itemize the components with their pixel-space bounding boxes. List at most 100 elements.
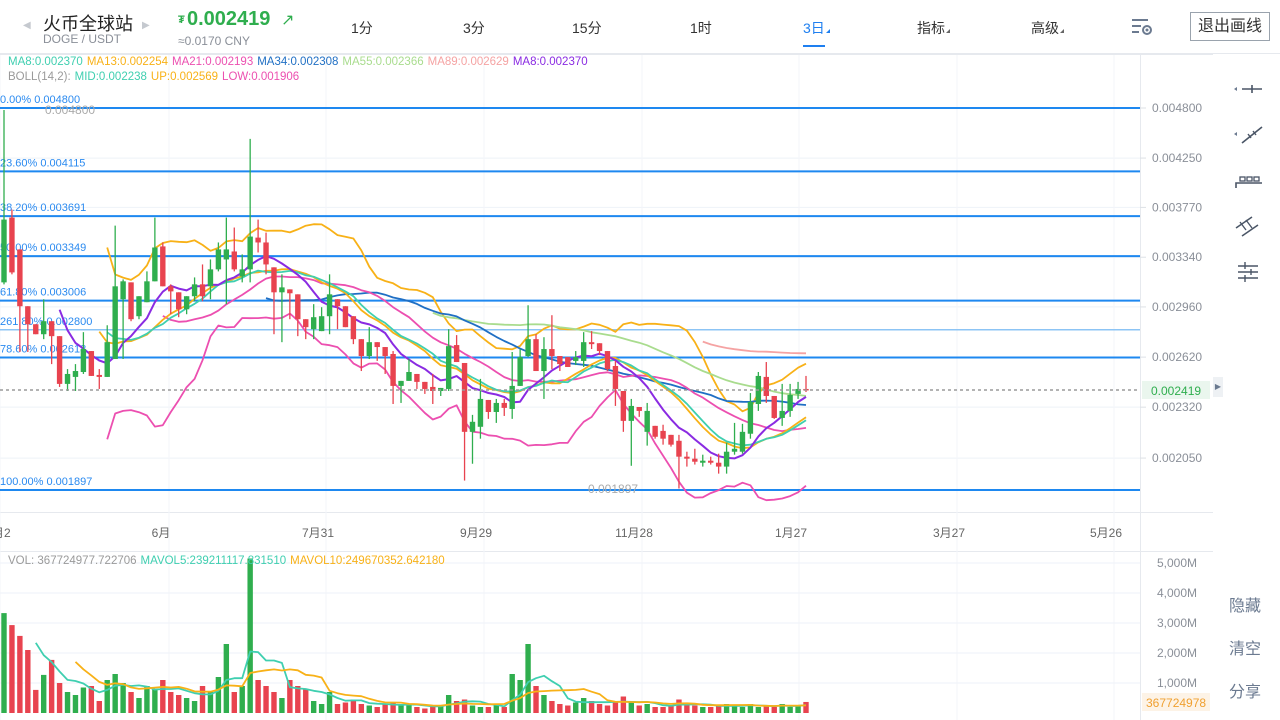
candle-body[interactable] (573, 357, 579, 361)
candle-body[interactable] (207, 269, 214, 287)
ruler-icon[interactable] (1232, 168, 1264, 194)
candle-body[interactable] (287, 289, 293, 294)
hide-drawings-button[interactable]: 隐藏 (1229, 592, 1261, 616)
candle-body[interactable] (104, 342, 110, 377)
candle-body[interactable] (723, 451, 730, 467)
chart-area[interactable]: 0.004800 0.004250 0.003770 0.003340 0.002960… (0, 0, 1213, 720)
candle-body[interactable] (787, 394, 793, 411)
candle-body[interactable] (469, 421, 476, 432)
candle-body[interactable] (771, 395, 777, 418)
candle-body[interactable] (318, 316, 325, 332)
candle-body[interactable] (358, 339, 365, 357)
candle-body[interactable] (382, 347, 388, 357)
candle-body[interactable] (390, 354, 396, 386)
candle-body[interactable] (715, 462, 722, 467)
candle-body[interactable] (779, 410, 785, 418)
candle-body[interactable] (215, 249, 222, 270)
candle-body[interactable] (763, 376, 769, 396)
candle-body[interactable] (374, 342, 380, 348)
candle-body[interactable] (96, 374, 102, 377)
candle-body[interactable] (136, 296, 142, 317)
candle-body[interactable] (191, 284, 198, 297)
candle-body[interactable] (350, 316, 357, 340)
candle-body[interactable] (660, 430, 666, 439)
candle-body[interactable] (565, 357, 571, 367)
candle-body[interactable] (422, 381, 428, 389)
candle-body[interactable] (255, 237, 261, 243)
candle-body[interactable] (453, 345, 460, 363)
candle-body[interactable] (406, 372, 412, 381)
candle-body[interactable] (326, 294, 333, 317)
candle-body[interactable] (644, 410, 650, 432)
candle-body[interactable] (152, 247, 158, 282)
candle-body[interactable] (303, 319, 309, 328)
candle-body[interactable] (398, 380, 404, 386)
candle-body[interactable] (549, 349, 555, 357)
candle-body[interactable] (525, 339, 531, 357)
candle-body[interactable] (112, 286, 118, 360)
candle-body[interactable] (501, 402, 507, 408)
trend-line-icon[interactable] (1232, 121, 1264, 147)
candle-body[interactable] (128, 282, 134, 320)
candle-body[interactable] (231, 251, 237, 270)
candle-body[interactable] (183, 296, 190, 310)
candle-body[interactable] (64, 373, 71, 384)
candle-body[interactable] (517, 357, 523, 386)
price-panel-expand-icon[interactable]: ▶ (1213, 377, 1223, 397)
candle-body[interactable] (160, 246, 166, 287)
candle-body[interactable] (9, 217, 15, 273)
candle-body[interactable] (580, 342, 587, 361)
candle-body[interactable] (445, 346, 452, 389)
candle-body[interactable] (485, 399, 492, 412)
candle-body[interactable] (33, 324, 39, 335)
candle-body[interactable] (461, 362, 468, 432)
candle-body[interactable] (731, 448, 738, 452)
candle-body[interactable] (684, 456, 690, 459)
candle-body[interactable] (533, 339, 539, 372)
candle-body[interactable] (692, 458, 698, 462)
candle-body[interactable] (239, 269, 245, 277)
candle-body[interactable] (700, 460, 706, 463)
candle-body[interactable] (493, 402, 500, 412)
candle-body[interactable] (247, 236, 253, 270)
candle-body[interactable] (48, 321, 55, 337)
candle-body[interactable] (41, 321, 47, 335)
candle-body[interactable] (557, 356, 563, 365)
parallel-channel-icon[interactable] (1232, 214, 1264, 240)
candle-body[interactable] (334, 299, 341, 307)
candle-body[interactable] (739, 431, 746, 452)
candle-body[interactable] (168, 286, 174, 292)
candle-body[interactable] (120, 281, 126, 300)
candle-body[interactable] (668, 434, 674, 445)
clear-drawings-button[interactable]: 清空 (1229, 635, 1261, 659)
candle-body[interactable] (88, 351, 95, 376)
horizontal-line-icon[interactable] (1232, 76, 1264, 102)
candle-body[interactable] (366, 342, 372, 357)
candle-body[interactable] (223, 249, 230, 260)
candle-body[interactable] (175, 292, 182, 310)
share-button[interactable]: 分享 (1229, 678, 1261, 702)
candle-body[interactable] (612, 366, 619, 389)
candle-body[interactable] (279, 287, 285, 293)
candle-body[interactable] (604, 351, 611, 370)
candle-body[interactable] (295, 294, 301, 320)
candle-body[interactable] (144, 281, 150, 303)
candle-body[interactable] (747, 401, 754, 434)
candle-body[interactable] (80, 349, 87, 373)
candle-body[interactable] (477, 398, 484, 427)
candle-body[interactable] (72, 371, 79, 377)
candle-body[interactable] (56, 336, 63, 384)
candle-body[interactable] (628, 405, 635, 421)
candle-body[interactable] (708, 460, 714, 463)
candle-body[interactable] (652, 425, 658, 437)
candle-body[interactable] (636, 406, 642, 411)
candle-body[interactable] (310, 317, 317, 330)
fib-levels-icon[interactable] (1232, 259, 1264, 285)
candle-body[interactable] (263, 242, 269, 265)
candle-body[interactable] (17, 249, 23, 307)
candle-body[interactable] (199, 284, 206, 297)
candle-body[interactable] (620, 390, 627, 421)
candle-body[interactable] (676, 440, 682, 457)
candle-body[interactable] (1, 219, 7, 283)
candle-body[interactable] (541, 349, 547, 372)
